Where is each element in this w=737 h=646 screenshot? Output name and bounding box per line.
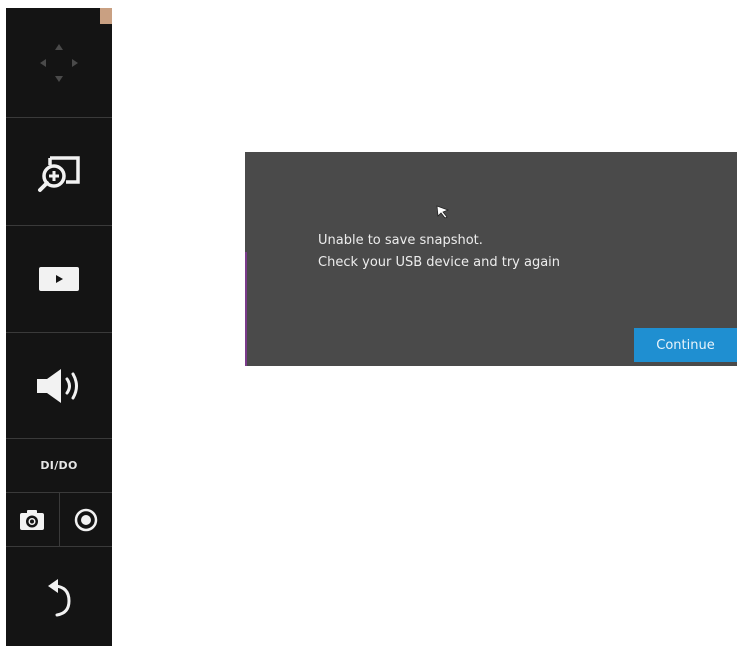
dialog-message: Unable to save snapshot. Check your USB … (318, 230, 560, 274)
snapshot-button[interactable] (6, 493, 60, 546)
play-button[interactable] (6, 226, 112, 333)
dpad-arrows-icon (40, 43, 78, 82)
control-sidebar: DI/DO (6, 8, 112, 646)
back-arrow-icon (48, 578, 71, 616)
zoom-button[interactable] (6, 118, 112, 226)
dido-button[interactable]: DI/DO (6, 439, 112, 493)
play-icon (39, 267, 79, 291)
dialog-message-line-2: Check your USB device and try again (318, 255, 561, 270)
screen: DI/DO Unable to save snapshot. Check you… (0, 0, 737, 646)
camera-icon (20, 509, 45, 530)
continue-button[interactable]: Continue (634, 328, 737, 362)
back-button[interactable] (6, 547, 112, 646)
audio-button[interactable] (6, 333, 112, 439)
top-accent-strip (100, 8, 112, 24)
record-button[interactable] (60, 493, 113, 546)
dialog-accent-edge (245, 252, 247, 366)
speaker-icon (37, 368, 78, 403)
dido-label: DI/DO (40, 459, 78, 472)
ptz-control-button[interactable] (6, 8, 112, 118)
record-icon (74, 508, 97, 531)
mouse-cursor-icon (436, 205, 450, 219)
error-dialog: Unable to save snapshot. Check your USB … (245, 152, 737, 366)
snapshot-record-row (6, 493, 112, 547)
dialog-message-line-1: Unable to save snapshot. (318, 233, 483, 248)
zoom-in-window-icon (38, 155, 80, 192)
